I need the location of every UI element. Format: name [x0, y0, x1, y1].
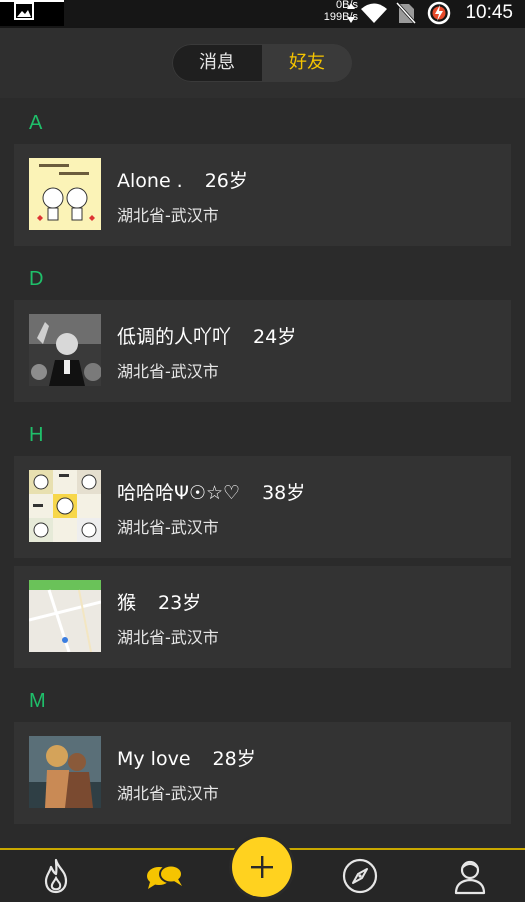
fire-icon	[44, 858, 68, 894]
friend-age: 24岁	[253, 326, 297, 348]
friend-name: 猴	[117, 592, 137, 614]
avatar	[29, 314, 101, 386]
friend-name-line: My love 28岁	[117, 744, 256, 771]
section-header-d: D	[29, 268, 44, 290]
avatar	[29, 736, 101, 808]
nav-profile[interactable]	[450, 856, 490, 896]
add-button[interactable]	[229, 834, 295, 900]
friend-name: 低调的人吖吖	[117, 326, 232, 348]
chat-bubbles-icon	[147, 864, 183, 889]
friend-card[interactable]: 猴 23岁 湖北省-武汉市	[14, 566, 511, 668]
friend-age: 23岁	[158, 592, 202, 614]
friend-list: A Alone . 26岁 湖北省-武汉市 D 低调的人吖吖 24岁 湖北省-武…	[0, 98, 525, 832]
friend-location: 湖北省-武汉市	[117, 362, 219, 381]
add-icon	[251, 856, 273, 878]
friend-location: 湖北省-武汉市	[117, 628, 219, 647]
profile-icon	[454, 860, 486, 895]
friend-name-line: Alone . 26岁	[117, 166, 248, 193]
friend-location: 湖北省-武汉市	[117, 518, 219, 537]
friend-card[interactable]: 低调的人吖吖 24岁 湖北省-武汉市	[14, 300, 511, 402]
friend-age: 26岁	[204, 170, 248, 192]
friend-card[interactable]: 哈哈哈Ψ☉☆♡ 38岁 湖北省-武汉市	[14, 456, 511, 558]
wifi-icon	[361, 3, 387, 23]
friend-name-line: 猴 23岁	[117, 588, 201, 615]
friend-name: My love	[117, 748, 191, 770]
add-button-face	[232, 837, 292, 897]
header: 消息 好友	[0, 28, 525, 98]
nav-discover[interactable]	[36, 856, 76, 896]
friend-name: Alone .	[117, 170, 183, 192]
friend-age: 28岁	[212, 748, 256, 770]
friend-age: 38岁	[262, 482, 306, 504]
section-header-m: M	[29, 690, 46, 712]
clock: 10:45	[465, 2, 513, 23]
friend-location: 湖北省-武汉市	[117, 784, 219, 803]
arrows-icon	[347, 3, 355, 23]
avatar	[29, 158, 101, 230]
tab-messages[interactable]: 消息	[172, 44, 262, 82]
friend-name-line: 低调的人吖吖 24岁	[117, 322, 296, 349]
image-icon	[14, 2, 34, 20]
notification-thumbnail	[0, 0, 64, 26]
friend-location: 湖北省-武汉市	[117, 206, 219, 225]
friend-card[interactable]: Alone . 26岁 湖北省-武汉市	[14, 144, 511, 246]
nav-explore[interactable]	[340, 856, 380, 896]
avatar	[29, 470, 101, 542]
friend-name: 哈哈哈Ψ☉☆♡	[117, 482, 241, 504]
tab-friends[interactable]: 好友	[262, 44, 352, 82]
no-sim-icon	[396, 1, 416, 25]
friend-name-line: 哈哈哈Ψ☉☆♡ 38岁	[117, 478, 305, 505]
segmented-control: 消息 好友	[172, 44, 352, 82]
nav-messages[interactable]	[144, 856, 184, 896]
battery-charging-icon	[427, 1, 451, 25]
status-bar: 0B/s 199B/s 10:45	[0, 0, 525, 28]
avatar	[29, 580, 101, 652]
section-header-a: A	[29, 112, 43, 134]
compass-icon	[342, 858, 378, 894]
section-header-h: H	[29, 424, 44, 446]
friend-card[interactable]: My love 28岁 湖北省-武汉市	[14, 722, 511, 824]
